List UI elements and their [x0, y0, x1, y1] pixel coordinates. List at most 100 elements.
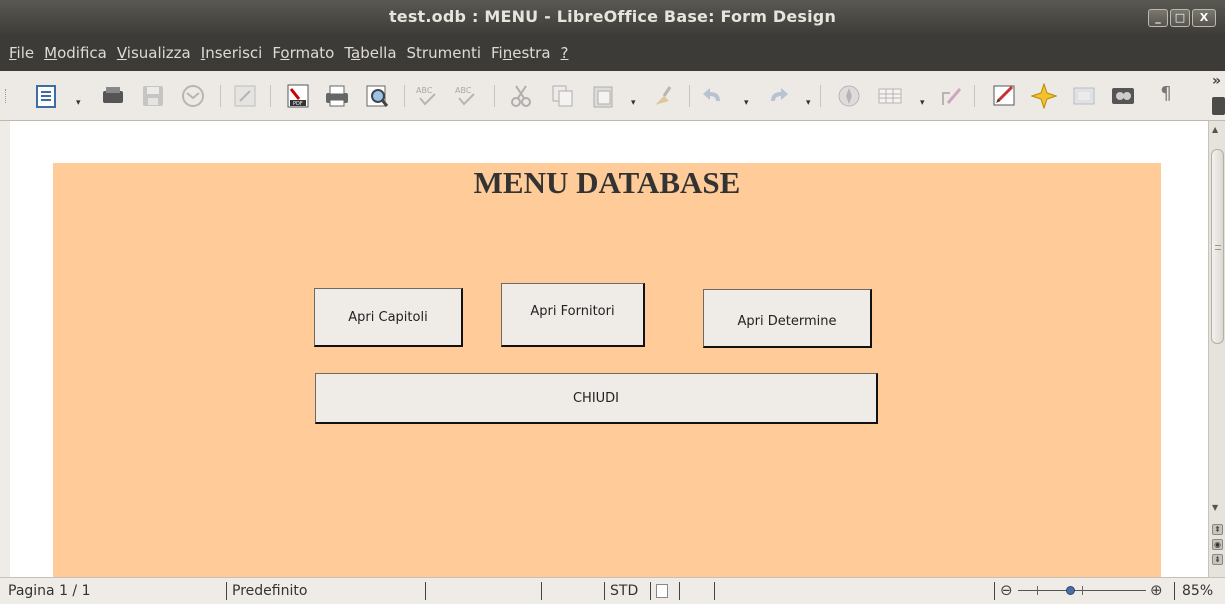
- pilcrow-icon[interactable]: ¶: [1153, 83, 1179, 109]
- menu-modifica-mnemonic: M: [44, 44, 58, 62]
- dropdown-arrow-icon[interactable]: ▾: [76, 93, 84, 108]
- title-bar[interactable]: test.odb : MENU - LibreOffice Base: Form…: [0, 0, 1225, 35]
- status-separator: [1174, 582, 1175, 600]
- minimize-button[interactable]: _: [1148, 9, 1168, 27]
- zoom-tick: [1037, 586, 1038, 595]
- scrollbar-thumb[interactable]: [1211, 149, 1224, 344]
- status-separator: [604, 582, 605, 600]
- menu-tabella-mnemonic: a: [351, 44, 361, 62]
- dropdown-arrow-icon[interactable]: ▾: [806, 93, 814, 108]
- toolbar-separator: [220, 85, 221, 107]
- menu-finestra[interactable]: Finestra: [486, 44, 556, 62]
- status-separator: [714, 582, 715, 600]
- page-indicator: Pagina 1 / 1: [8, 583, 91, 599]
- toolbar-overflow-handle[interactable]: [1212, 97, 1225, 115]
- menu-help[interactable]: ?: [556, 44, 574, 62]
- toolbar-separator: [404, 85, 405, 107]
- status-separator: [541, 582, 542, 600]
- status-separator: [650, 582, 651, 600]
- status-separator: [425, 582, 426, 600]
- toolbar-separator: [270, 85, 271, 107]
- print-preview-icon[interactable]: [364, 83, 390, 109]
- menu-visualizza[interactable]: Visualizza: [112, 44, 196, 62]
- menu-file[interactable]: File: [4, 44, 39, 62]
- form-design-icon[interactable]: [992, 83, 1018, 109]
- edit-file-icon[interactable]: [232, 83, 258, 109]
- form-background: MENU DATABASE Apri Capitoli Apri Fornito…: [53, 163, 1161, 577]
- nonprinting-characters-icon[interactable]: [1110, 83, 1136, 109]
- dropdown-arrow-icon[interactable]: ▾: [631, 93, 639, 108]
- menu-inserisci[interactable]: Inserisci: [196, 44, 268, 62]
- vertical-scrollbar[interactable]: ▲ ▼ ⇞ ◉ ⇟: [1208, 121, 1225, 577]
- zoom-out-icon[interactable]: ⊖: [1000, 581, 1013, 599]
- show-draw-functions-icon[interactable]: [938, 83, 964, 109]
- zoom-tick: [1082, 586, 1083, 595]
- page-style[interactable]: Predefinito: [232, 583, 307, 599]
- clone-formatting-icon[interactable]: [650, 83, 676, 109]
- zoom-slider-knob[interactable]: [1066, 586, 1075, 595]
- menu-visualizza-mnemonic: V: [116, 44, 127, 62]
- autospellcheck-icon[interactable]: ABC: [453, 83, 479, 109]
- dropdown-arrow-icon[interactable]: ▾: [744, 93, 752, 108]
- toolbar-separator: [689, 85, 690, 107]
- toolbar-overflow-button[interactable]: »: [1212, 73, 1221, 89]
- scrollbar-grip: [1215, 245, 1221, 250]
- new-document-icon[interactable]: [34, 83, 60, 109]
- undo-icon[interactable]: [700, 83, 726, 109]
- menu-tabella[interactable]: Tabella: [339, 44, 401, 62]
- apri-determine-button[interactable]: Apri Determine: [703, 289, 872, 348]
- menu-inserisci-mnemonic: I: [200, 44, 206, 62]
- navigation-icon[interactable]: ◉: [1212, 539, 1223, 550]
- standard-toolbar: ▾ PDF ABC ABC ▾ ▾ ▾ ▾ ¶ »: [0, 71, 1225, 121]
- menu-formato[interactable]: Formato: [267, 44, 339, 62]
- table-icon[interactable]: [877, 83, 903, 109]
- copy-icon[interactable]: [550, 83, 576, 109]
- close-button[interactable]: X: [1192, 9, 1216, 27]
- dropdown-arrow-icon[interactable]: ▾: [920, 93, 928, 108]
- apri-capitoli-button[interactable]: Apri Capitoli: [314, 288, 463, 347]
- toolbar-grip[interactable]: [5, 89, 8, 103]
- toolbar-separator: [494, 85, 495, 107]
- paste-icon[interactable]: [590, 83, 616, 109]
- save-icon[interactable]: [140, 83, 166, 109]
- status-separator: [679, 582, 680, 600]
- spellcheck-icon[interactable]: ABC: [414, 83, 440, 109]
- document-modified-icon[interactable]: [656, 584, 668, 598]
- scroll-up-arrow-icon[interactable]: ▲: [1212, 125, 1218, 134]
- svg-text:PDF: PDF: [293, 101, 303, 107]
- scroll-down-arrow-icon[interactable]: ▼: [1212, 503, 1218, 512]
- status-separator: [226, 582, 227, 600]
- print-icon[interactable]: [324, 83, 350, 109]
- chiudi-button[interactable]: CHIUDI: [315, 373, 878, 424]
- status-separator: [994, 582, 995, 600]
- window-title: test.odb : MENU - LibreOffice Base: Form…: [388, 7, 837, 26]
- menu-file-mnemonic: F: [9, 44, 17, 62]
- zoom-level[interactable]: 85%: [1182, 583, 1213, 599]
- apri-fornitori-button[interactable]: Apri Fornitori: [501, 283, 645, 347]
- menu-finestra-mnemonic: n: [502, 44, 513, 62]
- maximize-button[interactable]: □: [1170, 9, 1190, 27]
- gallery-icon[interactable]: [1030, 82, 1058, 110]
- zoom-in-icon[interactable]: ⊕: [1150, 581, 1163, 599]
- form-title: MENU DATABASE: [473, 165, 741, 200]
- data-sources-icon[interactable]: [1071, 83, 1097, 109]
- menu-modifica[interactable]: Modifica: [39, 44, 112, 62]
- cut-icon[interactable]: [508, 83, 534, 109]
- open-icon[interactable]: [100, 83, 126, 109]
- toolbar-separator: [974, 85, 975, 107]
- menu-bar: File Modifica Visualizza Inserisci Forma…: [0, 35, 1225, 71]
- toolbar-separator: [820, 85, 821, 107]
- previous-page-icon[interactable]: ⇞: [1212, 524, 1223, 535]
- export-pdf-icon[interactable]: PDF: [285, 83, 311, 109]
- menu-help-mnemonic: ?: [560, 44, 569, 62]
- form-design-canvas[interactable]: MENU DATABASE Apri Capitoli Apri Fornito…: [0, 121, 1208, 577]
- menu-formato-mnemonic: o: [280, 44, 290, 62]
- status-bar: Pagina 1 / 1 Predefinito STD ⊖ ⊕ 85%: [0, 577, 1225, 604]
- redo-icon[interactable]: [765, 83, 791, 109]
- svg-text:ABC: ABC: [416, 86, 433, 95]
- next-page-icon[interactable]: ⇟: [1212, 554, 1223, 565]
- selection-mode[interactable]: STD: [610, 583, 638, 599]
- menu-strumenti[interactable]: Strumenti: [402, 44, 486, 62]
- navigator-icon[interactable]: [836, 83, 862, 109]
- email-icon[interactable]: [180, 83, 206, 109]
